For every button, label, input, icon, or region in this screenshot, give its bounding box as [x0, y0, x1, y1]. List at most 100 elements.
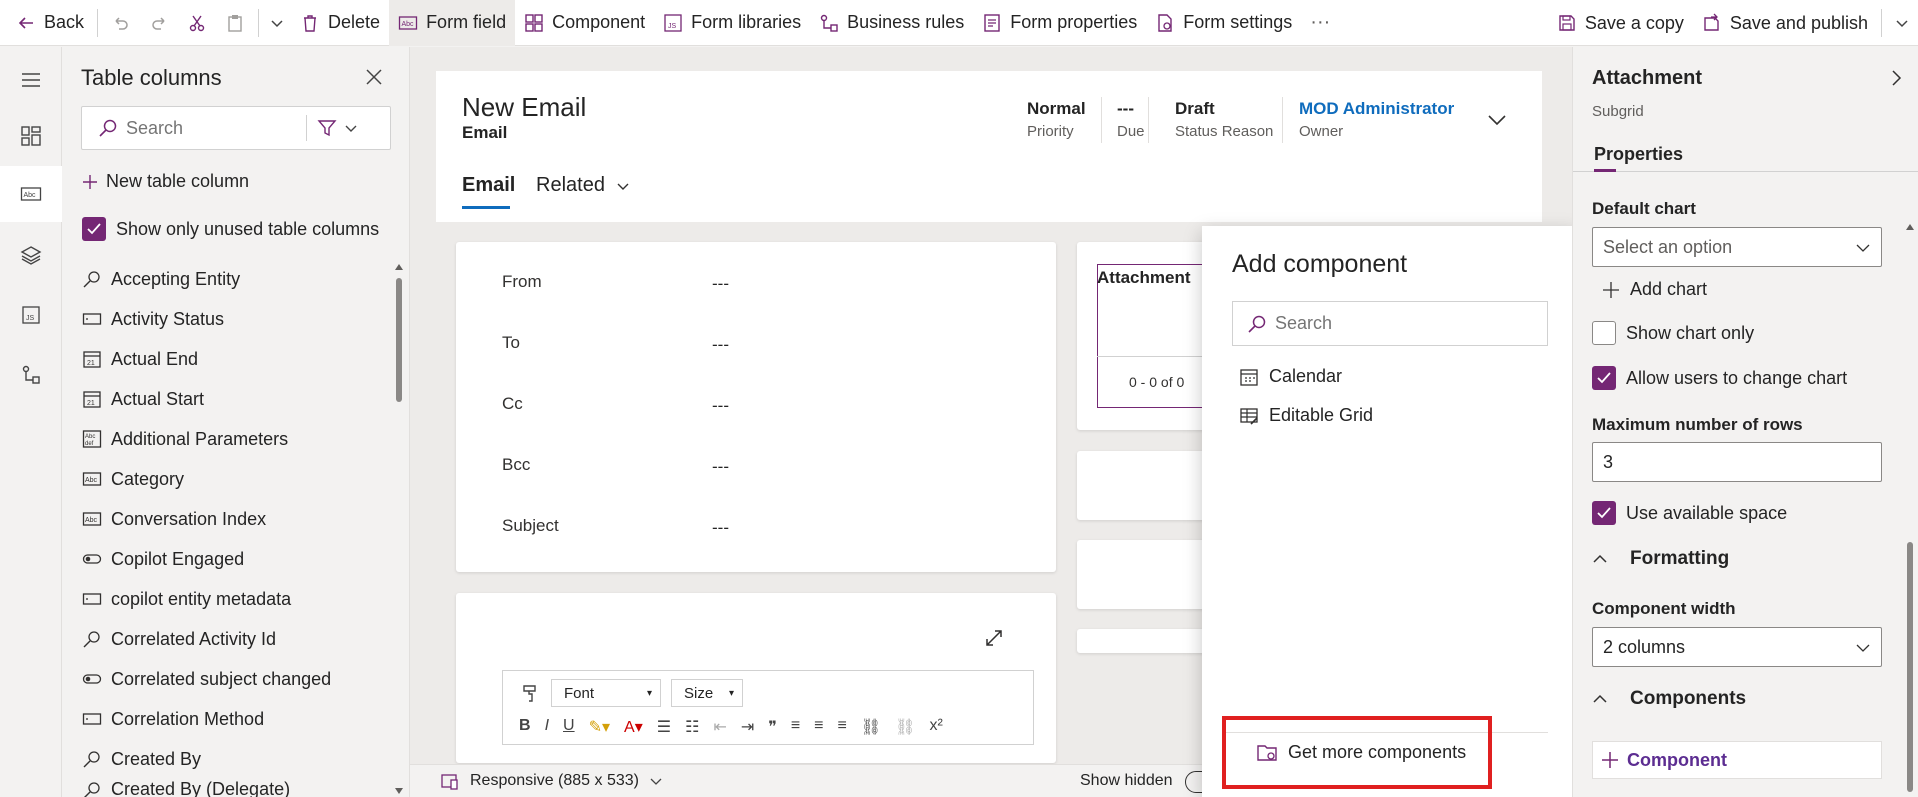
properties-scrollbar[interactable] [1904, 172, 1916, 797]
component-width-select[interactable]: 2 columns [1592, 627, 1882, 667]
list-item[interactable]: 21 Actual Start [81, 379, 381, 419]
component-editable-grid[interactable]: Editable Grid [1239, 405, 1373, 426]
form-section-placeholder[interactable] [1077, 540, 1217, 609]
field-label-cc[interactable]: Cc [502, 394, 523, 414]
save-publish-button[interactable]: Save and publish [1693, 3, 1877, 43]
field-label-from[interactable]: From [502, 272, 542, 292]
bold-icon[interactable]: B [519, 717, 531, 737]
component-search-input[interactable] [1275, 313, 1515, 334]
field-value-cc[interactable]: --- [712, 396, 729, 416]
business-rules-button[interactable]: Business rules [810, 3, 973, 43]
list-item[interactable]: copilot entity metadata [81, 579, 381, 619]
header-field-status-reason[interactable]: Draft Status Reason [1175, 99, 1273, 140]
list-item[interactable]: Activity Status [81, 299, 381, 339]
align-right-icon[interactable]: ≡ [838, 717, 847, 737]
font-color-icon[interactable]: A▾ [624, 717, 643, 737]
list-item[interactable]: Copilot Engaged [81, 539, 381, 579]
field-value-to[interactable]: --- [712, 335, 729, 355]
hamburger-menu-button[interactable] [0, 52, 62, 108]
show-unused-checkbox[interactable]: Show only unused table columns [82, 217, 379, 241]
paste-button[interactable] [216, 3, 254, 43]
get-more-components-button[interactable]: Get more components [1222, 716, 1492, 789]
underline-icon[interactable]: U [563, 717, 575, 737]
list-item[interactable]: Correlated subject changed [81, 659, 381, 699]
allow-change-chart-checkbox[interactable]: Allow users to change chart [1592, 366, 1847, 390]
expand-icon[interactable] [984, 628, 1004, 648]
more-dropdown-button[interactable] [263, 3, 291, 43]
rail-table-columns[interactable]: Abc [0, 166, 62, 222]
unlink-icon[interactable]: ⛓ [895, 717, 915, 737]
format-painter-icon[interactable] [520, 683, 540, 703]
highlight-icon[interactable]: ✎▾ [589, 717, 610, 737]
max-rows-input[interactable]: 3 [1592, 442, 1882, 482]
list-item[interactable]: Correlated Activity Id [81, 619, 381, 659]
delete-button[interactable]: Delete [291, 3, 389, 43]
expand-header-icon[interactable] [1486, 109, 1508, 131]
use-available-space-checkbox[interactable]: Use available space [1592, 501, 1787, 525]
chevron-right-icon[interactable] [1886, 68, 1906, 88]
field-value-from[interactable]: --- [712, 274, 729, 294]
show-chart-only-checkbox[interactable]: Show chart only [1592, 321, 1754, 345]
rail-form-libraries[interactable]: JS [0, 287, 62, 343]
rich-text-editor[interactable]: Font ▾ Size ▾ B I U ✎▾ A▾ ☰ ☷ ⇤ ⇥ ❞ ≡ ≡ ≡ … [502, 670, 1034, 745]
component-button[interactable]: Component [515, 3, 654, 43]
quote-icon[interactable]: ❞ [768, 717, 777, 737]
list-item[interactable]: Abc Conversation Index [81, 499, 381, 539]
header-field-priority[interactable]: Normal Priority [1027, 99, 1086, 140]
list-item[interactable]: 21 Actual End [81, 339, 381, 379]
bullets-icon[interactable]: ☰ [657, 717, 671, 737]
formatting-section-header[interactable]: Formatting [1592, 548, 1729, 570]
more-commands-button[interactable]: ··· [1301, 3, 1339, 43]
tab-properties[interactable]: Properties [1594, 144, 1683, 165]
save-copy-button[interactable]: Save a copy [1548, 3, 1693, 43]
superscript-icon[interactable]: x² [929, 717, 942, 737]
back-button[interactable]: Back [0, 3, 93, 43]
filter-button[interactable] [317, 118, 359, 138]
field-label-bcc[interactable]: Bcc [502, 455, 530, 475]
attachment-subgrid[interactable]: Attachment 0 - 0 of 0 [1077, 242, 1217, 430]
list-item[interactable]: Created By (Delegate) [81, 779, 381, 797]
numbering-icon[interactable]: ☷ [685, 717, 699, 737]
form-settings-button[interactable]: Form settings [1146, 3, 1301, 43]
search-input[interactable] [126, 117, 306, 139]
form-libraries-button[interactable]: JS Form libraries [654, 3, 810, 43]
form-section-placeholder[interactable] [1077, 451, 1217, 520]
save-options-dropdown[interactable] [1886, 3, 1918, 43]
field-label-to[interactable]: To [502, 333, 520, 353]
form-field-button[interactable]: Abc Form field [389, 0, 516, 46]
field-value-subject[interactable]: --- [712, 518, 729, 538]
undo-button[interactable] [102, 3, 140, 43]
redo-button[interactable] [140, 3, 178, 43]
list-item[interactable]: Abc Category [81, 459, 381, 499]
font-dropdown[interactable]: Font ▾ [551, 679, 661, 707]
owner-link[interactable]: MOD Administrator [1299, 99, 1454, 119]
size-dropdown[interactable]: Size ▾ [671, 679, 743, 707]
close-icon[interactable] [364, 67, 384, 87]
list-item[interactable]: Created By [81, 739, 381, 779]
italic-icon[interactable]: I [545, 717, 549, 737]
tab-related[interactable]: Related [536, 174, 631, 197]
form-properties-button[interactable]: Form properties [973, 3, 1146, 43]
tab-email[interactable]: Email [462, 174, 515, 197]
cut-button[interactable] [178, 3, 216, 43]
components-section-header[interactable]: Components [1592, 688, 1746, 710]
form-section-placeholder[interactable] [1077, 629, 1217, 653]
add-chart-button[interactable]: Add chart [1602, 279, 1707, 300]
rail-tree-view[interactable] [0, 227, 62, 283]
field-value-bcc[interactable]: --- [712, 457, 729, 477]
responsive-size-dropdown[interactable]: Responsive (885 x 533) [440, 771, 663, 791]
field-label-subject[interactable]: Subject [502, 516, 559, 536]
increase-indent-icon[interactable]: ⇥ [741, 717, 754, 737]
component-calendar[interactable]: Calendar [1239, 366, 1342, 387]
header-field-due[interactable]: --- Due [1117, 99, 1145, 140]
rail-components[interactable] [0, 108, 62, 164]
header-field-owner[interactable]: MOD Administrator Owner [1299, 99, 1454, 140]
default-chart-select[interactable]: Select an option [1592, 227, 1882, 267]
decrease-indent-icon[interactable]: ⇤ [713, 717, 726, 737]
list-item[interactable]: Abc def Additional Parameters [81, 419, 381, 459]
link-icon[interactable]: ⛓ [861, 717, 881, 737]
list-item[interactable]: Accepting Entity [81, 259, 381, 299]
align-center-icon[interactable]: ≡ [814, 717, 823, 737]
list-item[interactable]: Correlation Method [81, 699, 381, 739]
add-component-button[interactable]: Component [1592, 741, 1882, 779]
